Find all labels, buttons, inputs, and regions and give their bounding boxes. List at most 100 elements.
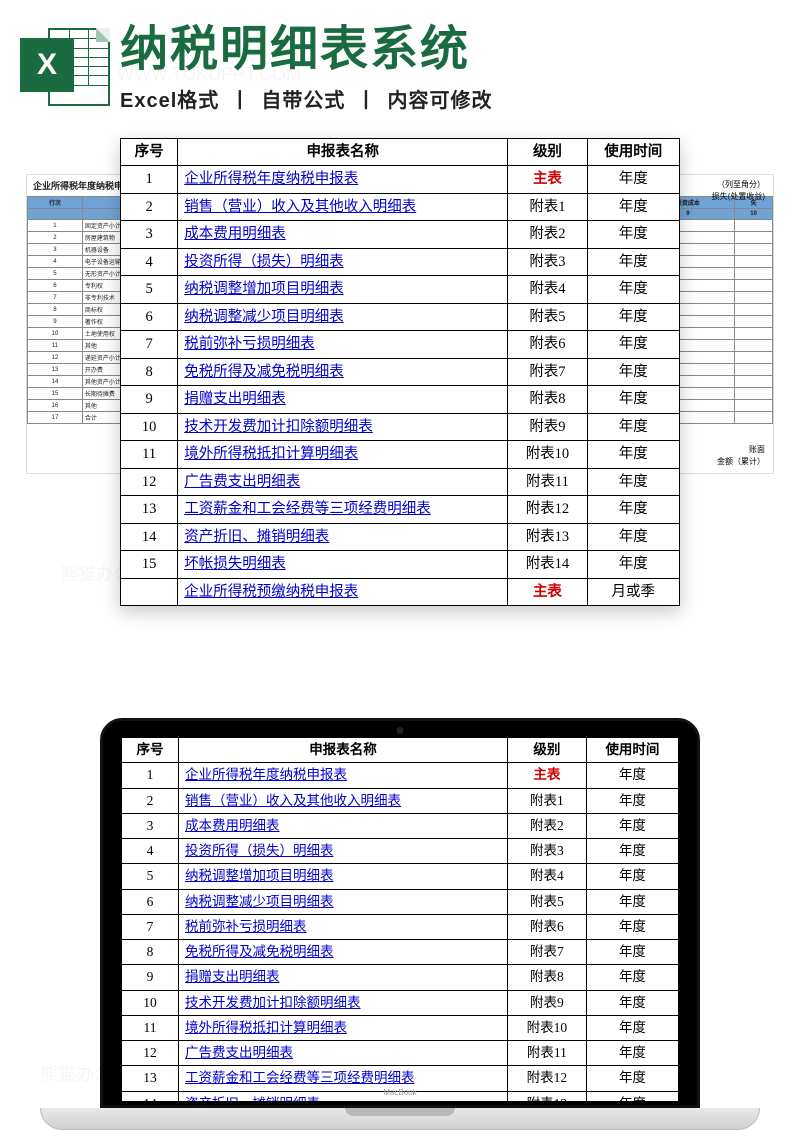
report-link[interactable]: 成本费用明细表: [184, 226, 286, 242]
col-time: 使用时间: [586, 738, 678, 763]
cell-time: 年度: [587, 523, 679, 550]
report-link[interactable]: 技术开发费加计扣除额明细表: [184, 419, 373, 435]
cell-time: 年度: [586, 839, 678, 864]
report-link[interactable]: 投资所得（损失）明细表: [184, 254, 344, 270]
cell-seq: [121, 578, 178, 605]
report-link[interactable]: 广告费支出明细表: [184, 474, 300, 490]
cell-name: 销售（营业）收入及其他收入明细表: [179, 788, 508, 813]
report-link[interactable]: 企业所得税年度纳税申报表: [185, 767, 347, 782]
table-row: 9捐赠支出明细表附表8年度: [121, 386, 680, 413]
report-link[interactable]: 成本费用明细表: [185, 818, 280, 833]
tax-report-table-laptop: 序号 申报表名称 级别 使用时间 1企业所得税年度纳税申报表主表年度2销售（营业…: [121, 737, 679, 1101]
table-row: 10技术开发费加计扣除额明细表附表9年度: [122, 990, 679, 1015]
report-link[interactable]: 免税所得及减免税明细表: [184, 364, 344, 380]
table-row: 4投资所得（损失）明细表附表3年度: [122, 839, 679, 864]
report-link[interactable]: 销售（营业）收入及其他收入明细表: [185, 793, 401, 808]
report-link[interactable]: 企业所得税年度纳税申报表: [184, 171, 358, 187]
cell-time: 年度: [586, 940, 678, 965]
cell-name: 税前弥补亏损明细表: [179, 914, 508, 939]
cell-time: 年度: [587, 551, 679, 578]
cell-level: 附表4: [508, 276, 587, 303]
cell-seq: 8: [122, 940, 179, 965]
report-link[interactable]: 纳税调整增加项目明细表: [185, 868, 334, 883]
cell-seq: 11: [122, 1015, 179, 1040]
table-row: 6纳税调整减少项目明细表附表5年度: [122, 889, 679, 914]
report-link[interactable]: 纳税调整增加项目明细表: [184, 281, 344, 297]
table-header-row: 序号 申报表名称 级别 使用时间: [121, 139, 680, 166]
cell-seq: 2: [122, 788, 179, 813]
cell-level: 附表13: [507, 1091, 586, 1101]
cell-name: 企业所得税年度纳税申报表: [179, 763, 508, 788]
cell-seq: 2: [121, 193, 178, 220]
report-link[interactable]: 境外所得税抵扣计算明细表: [184, 446, 358, 462]
cell-time: 月或季: [587, 578, 679, 605]
cell-level: 附表1: [508, 193, 587, 220]
cell-seq: 9: [122, 965, 179, 990]
laptop-camera-icon: [397, 727, 404, 734]
col-name: 申报表名称: [179, 738, 508, 763]
cell-name: 纳税调整减少项目明细表: [178, 303, 508, 330]
cell-time: 年度: [586, 1066, 678, 1091]
table-row: 3成本费用明细表附表2年度: [122, 813, 679, 838]
cell-level: 附表2: [507, 813, 586, 838]
report-link[interactable]: 免税所得及减免税明细表: [185, 944, 334, 959]
report-link[interactable]: 企业所得税预缴纳税申报表: [184, 584, 358, 600]
cell-name: 投资所得（损失）明细表: [179, 839, 508, 864]
cell-seq: 6: [122, 889, 179, 914]
feature-item: 自带公式: [261, 90, 345, 112]
table-row: 15坏帐损失明细表附表14年度: [121, 551, 680, 578]
cell-level: 附表5: [507, 889, 586, 914]
report-link[interactable]: 投资所得（损失）明细表: [185, 843, 334, 858]
cell-level: 附表12: [508, 496, 587, 523]
separator: 丨: [230, 90, 251, 112]
cell-seq: 1: [122, 763, 179, 788]
report-link[interactable]: 捐赠支出明细表: [184, 391, 286, 407]
cell-seq: 8: [121, 358, 178, 385]
report-link[interactable]: 纳税调整减少项目明细表: [185, 894, 334, 909]
separator: 丨: [356, 90, 377, 112]
laptop-base: [40, 1108, 760, 1130]
table-row: 4投资所得（损失）明细表附表3年度: [121, 248, 680, 275]
report-link[interactable]: 税前弥补亏损明细表: [185, 919, 307, 934]
report-link[interactable]: 纳税调整减少项目明细表: [184, 309, 344, 325]
header: X 纳税明细表系统 Excel格式 丨 自带公式 丨 内容可修改: [0, 0, 800, 124]
report-link[interactable]: 税前弥补亏损明细表: [184, 336, 315, 352]
cell-level: 附表10: [507, 1015, 586, 1040]
table-row: 7税前弥补亏损明细表附表6年度: [122, 914, 679, 939]
cell-name: 技术开发费加计扣除额明细表: [179, 990, 508, 1015]
col-name: 申报表名称: [178, 139, 508, 166]
report-link[interactable]: 资产折旧、摊销明细表: [185, 1096, 320, 1102]
table-row: 8免税所得及减免税明细表附表7年度: [122, 940, 679, 965]
cell-level: 附表13: [508, 523, 587, 550]
report-link[interactable]: 资产折旧、摊销明细表: [184, 529, 329, 545]
cell-seq: 11: [121, 441, 178, 468]
report-link[interactable]: 广告费支出明细表: [185, 1045, 293, 1060]
cell-level: 附表10: [508, 441, 587, 468]
cell-name: 企业所得税年度纳税申报表: [178, 166, 508, 193]
table-row: 7税前弥补亏损明细表附表6年度: [121, 331, 680, 358]
table-body: 1企业所得税年度纳税申报表主表年度2 销售（营业）收入及其他收入明细表 附表1 年度 3…: [121, 166, 680, 606]
cell-name: 广告费支出明细表: [179, 1041, 508, 1066]
report-link[interactable]: 工资薪金和工会经费等三项经费明细表: [184, 501, 431, 517]
report-link[interactable]: 坏帐损失明细表: [184, 556, 286, 572]
report-link[interactable]: 技术开发费加计扣除额明细表: [185, 995, 361, 1010]
cell-level: 附表11: [507, 1041, 586, 1066]
cell-seq: 3: [121, 221, 178, 248]
excel-file-icon: X: [20, 24, 110, 114]
cell-time: 年度: [587, 468, 679, 495]
excel-badge: X: [20, 38, 74, 92]
table-row: 企业所得税预缴纳税申报表主表月或季: [121, 578, 680, 605]
report-link[interactable]: 境外所得税抵扣计算明细表: [185, 1020, 347, 1035]
col-time: 使用时间: [587, 139, 679, 166]
cell-seq: 15: [121, 551, 178, 578]
report-link[interactable]: 捐赠支出明细表: [185, 969, 280, 984]
report-link[interactable]: 工资薪金和工会经费等三项经费明细表: [185, 1070, 415, 1085]
table-row: 1企业所得税年度纳税申报表主表年度: [121, 166, 680, 193]
table-row: 5纳税调整增加项目明细表附表4年度: [122, 864, 679, 889]
cell-time: 年度: [587, 248, 679, 275]
report-link[interactable]: 销售（营业）收入及其他收入明细表: [184, 199, 416, 215]
cell-level: 附表1: [507, 788, 586, 813]
col-level: 级别: [507, 738, 586, 763]
cell-name: 企业所得税预缴纳税申报表: [178, 578, 508, 605]
cell-seq: 10: [121, 413, 178, 440]
